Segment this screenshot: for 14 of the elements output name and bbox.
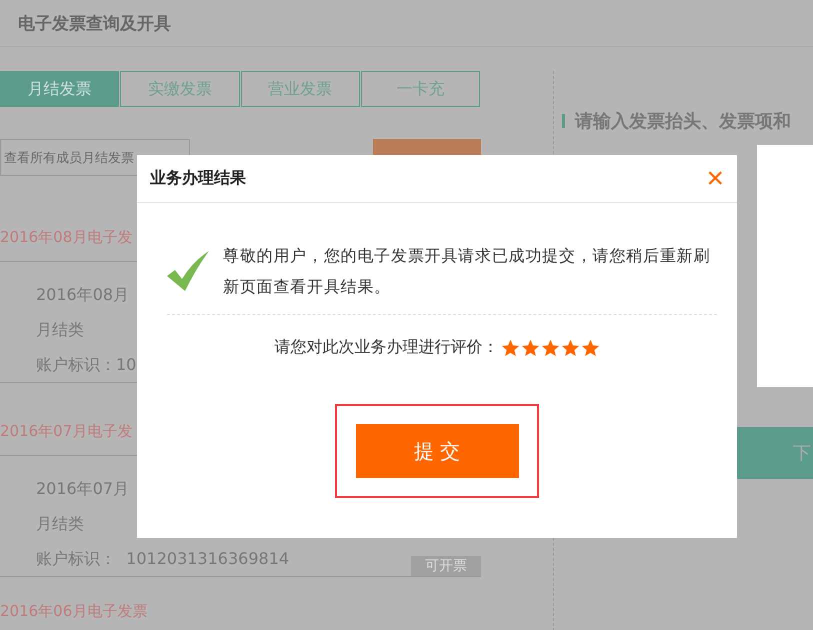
- rating-label: 请您对此次业务办理进行评价：: [274, 337, 498, 358]
- invoice-month: 2016年08月: [36, 284, 130, 306]
- invoice-month-heading: 2016年08月电子发: [0, 227, 132, 248]
- page-title: 电子发票查询及开具: [18, 12, 171, 34]
- invoice-month: 2016年07月: [36, 478, 130, 500]
- invoice-type: 月结类: [36, 319, 84, 341]
- invoice-type: 月结类: [36, 513, 84, 535]
- success-message: 尊敬的用户，您的电子发票开具请求已成功提交，请您稍后重新刷新页面查看开具结果。: [223, 245, 712, 298]
- section-heading: 请输入发票抬头、发票项和: [575, 110, 791, 133]
- account-id: 账户标识： 1012031316369814: [36, 548, 290, 570]
- invoice-month-heading: 2016年07月电子发: [0, 421, 132, 442]
- invoice-status: 可开票: [411, 556, 481, 576]
- invoice-month-heading: 2016年06月电子发票: [0, 601, 148, 622]
- account-id: 账户标识：10: [36, 354, 136, 376]
